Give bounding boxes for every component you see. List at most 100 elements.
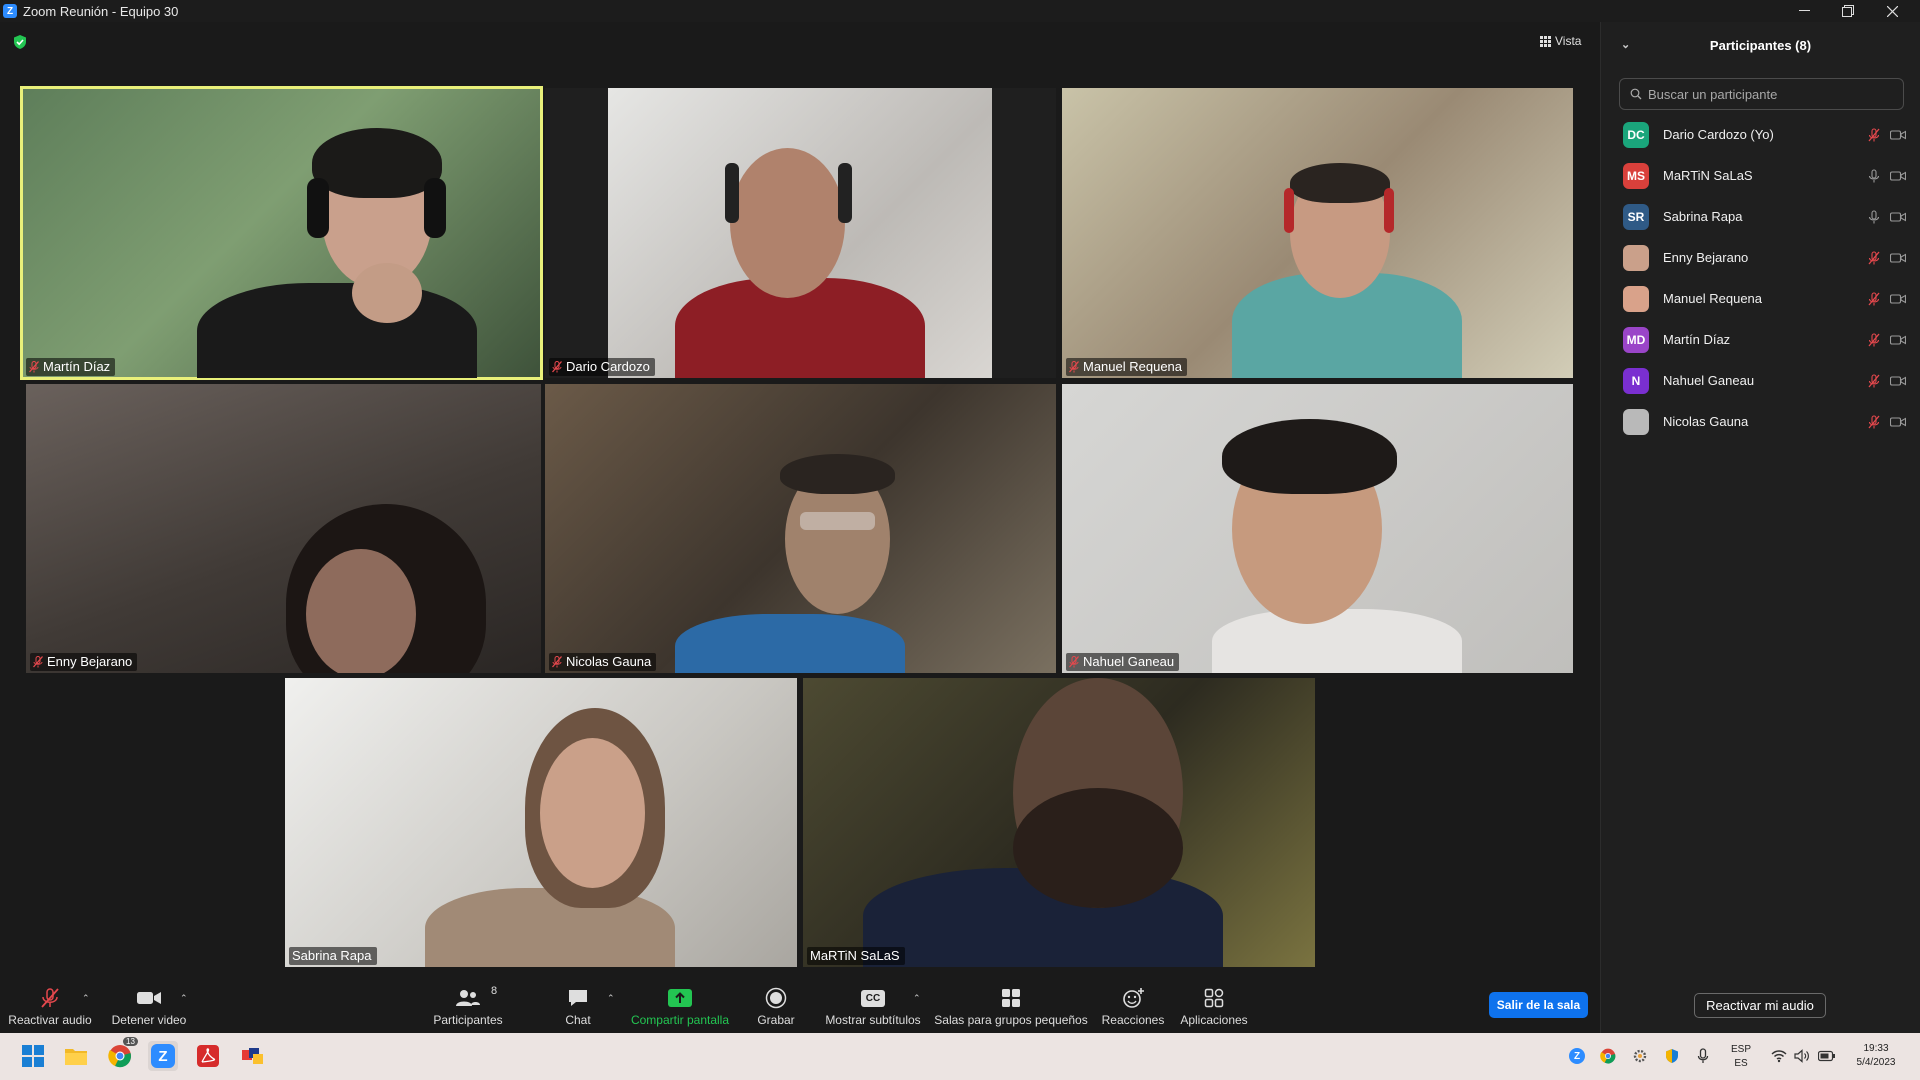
muted-mic-icon bbox=[33, 655, 43, 667]
participant-name: Enny Bejarano bbox=[1663, 250, 1749, 265]
zoom-tray-icon[interactable]: Z bbox=[1562, 1041, 1592, 1071]
participant-row[interactable]: N Nahuel Ganeau bbox=[1601, 360, 1920, 401]
captions-options-caret-icon[interactable]: ⌃ bbox=[913, 993, 921, 1004]
clock-date: 5/4/2023 bbox=[1856, 1057, 1896, 1068]
muted-mic-icon bbox=[1868, 291, 1880, 305]
tile-name: Enny Bejarano bbox=[47, 654, 133, 669]
windows-start-icon[interactable] bbox=[18, 1041, 48, 1071]
tile-name: Nicolas Gauna bbox=[566, 654, 652, 669]
search-icon bbox=[1630, 88, 1642, 100]
muted-mic-icon bbox=[1069, 360, 1079, 372]
battery-icon[interactable] bbox=[1812, 1041, 1842, 1071]
participant-row[interactable]: DC Dario Cardozo (Yo) bbox=[1601, 114, 1920, 155]
chat-options-caret-icon[interactable]: ⌃ bbox=[607, 993, 615, 1004]
video-tile[interactable]: Sabrina Rapa bbox=[285, 678, 797, 967]
video-tile[interactable]: Manuel Requena bbox=[1062, 88, 1573, 378]
panel-title: Participantes (8) bbox=[1709, 37, 1812, 53]
participant-row[interactable]: SR Sabrina Rapa bbox=[1601, 196, 1920, 237]
app-icon[interactable] bbox=[238, 1041, 268, 1071]
tile-name: MaRTiN SaLaS bbox=[810, 948, 900, 963]
view-button[interactable]: Vista bbox=[1540, 34, 1581, 48]
closed-captions-icon: CC bbox=[861, 989, 885, 1007]
participants-button[interactable]: 8 Participantes bbox=[428, 984, 508, 1033]
video-tile[interactable]: Nahuel Ganeau bbox=[1062, 384, 1573, 673]
participant-row[interactable]: Manuel Requena bbox=[1601, 278, 1920, 319]
tile-name: Sabrina Rapa bbox=[292, 948, 372, 963]
video-options-caret-icon[interactable]: ⌃ bbox=[180, 993, 188, 1004]
microphone-tray-icon[interactable] bbox=[1688, 1041, 1718, 1071]
muted-mic-icon bbox=[1868, 332, 1880, 346]
apps-button[interactable]: Aplicaciones bbox=[1178, 984, 1250, 1033]
tile-name: Nahuel Ganeau bbox=[1083, 654, 1175, 669]
captions-button[interactable]: CC Mostrar subtítulos bbox=[823, 984, 923, 1033]
apps-label: Aplicaciones bbox=[1180, 1013, 1248, 1027]
participant-status-icons bbox=[1868, 127, 1906, 142]
participant-row[interactable]: Nicolas Gauna bbox=[1601, 401, 1920, 442]
share-screen-button[interactable]: Compartir pantalla bbox=[630, 984, 730, 1033]
video-tile[interactable]: MaRTiN SaLaS bbox=[803, 678, 1315, 967]
collapse-chevron-icon[interactable]: ⌄ bbox=[1621, 38, 1630, 51]
video-tile[interactable]: Nicolas Gauna bbox=[545, 384, 1056, 673]
reactions-label: Reacciones bbox=[1101, 1013, 1165, 1027]
video-tile[interactable]: Enny Bejarano bbox=[26, 384, 541, 673]
panel-header: ⌄ Participantes (8) bbox=[1601, 22, 1920, 68]
muted-mic-icon bbox=[1868, 127, 1880, 141]
participant-status-icons bbox=[1868, 209, 1906, 224]
participant-search-input[interactable]: Buscar un participante bbox=[1619, 78, 1904, 110]
participant-avatar: MS bbox=[1623, 162, 1649, 189]
video-camera-icon bbox=[137, 992, 161, 1004]
chat-button[interactable]: Chat bbox=[556, 984, 600, 1033]
title-bar: Z Zoom Reunión - Equipo 30 bbox=[0, 0, 1920, 22]
share-screen-label: Compartir pantalla bbox=[630, 1013, 730, 1027]
participant-status-icons bbox=[1868, 414, 1906, 429]
participant-row[interactable]: MS MaRTiN SaLaS bbox=[1601, 155, 1920, 196]
participant-status-icons bbox=[1868, 332, 1906, 347]
record-icon bbox=[765, 987, 787, 1009]
participant-row[interactable]: MD Martín Díaz bbox=[1601, 319, 1920, 360]
settings-tray-icon[interactable] bbox=[1625, 1041, 1655, 1071]
reactions-icon bbox=[1123, 988, 1144, 1008]
restore-button[interactable] bbox=[1826, 0, 1870, 22]
language-indicator[interactable]: ESP ES bbox=[1726, 1043, 1756, 1071]
tile-name-label: Manuel Requena bbox=[1066, 358, 1188, 376]
participant-status-icons bbox=[1868, 373, 1906, 388]
muted-mic-icon bbox=[1868, 373, 1880, 387]
chrome-tray-icon[interactable] bbox=[1593, 1041, 1623, 1071]
chrome-icon[interactable]: 13 bbox=[105, 1037, 138, 1071]
security-tray-icon[interactable] bbox=[1657, 1041, 1687, 1071]
video-camera-icon bbox=[1890, 129, 1906, 140]
tile-name-label: Dario Cardozo bbox=[549, 358, 655, 376]
reactivate-audio-button[interactable]: Reactivar mi audio bbox=[1694, 993, 1826, 1018]
search-placeholder: Buscar un participante bbox=[1648, 86, 1778, 102]
stop-video-button[interactable]: Detener video bbox=[108, 984, 190, 1033]
zoom-taskbar-icon[interactable]: Z bbox=[148, 1041, 178, 1071]
reactions-button[interactable]: Reacciones bbox=[1100, 984, 1166, 1033]
video-tile[interactable]: Martín Díaz bbox=[20, 86, 543, 380]
encryption-shield-icon[interactable] bbox=[12, 34, 28, 50]
participant-avatar: MD bbox=[1623, 326, 1649, 353]
video-camera-icon bbox=[1890, 293, 1906, 304]
participant-name: Nahuel Ganeau bbox=[1663, 373, 1755, 388]
video-gallery: Vista Martín Díaz Dario Cardozo Manuel R… bbox=[0, 22, 1598, 984]
unmute-button[interactable]: Reactivar audio bbox=[8, 984, 92, 1033]
participant-status-icons bbox=[1868, 168, 1906, 183]
windows-taskbar: 13 Z Z ESP ES 19:33 5/4/2023 bbox=[0, 1033, 1920, 1080]
minimize-icon bbox=[1798, 10, 1810, 11]
leave-room-button[interactable]: Salir de la sala bbox=[1489, 992, 1588, 1018]
tile-name-label: Sabrina Rapa bbox=[289, 947, 377, 965]
participant-name: Nicolas Gauna bbox=[1663, 414, 1749, 429]
file-explorer-icon[interactable] bbox=[61, 1041, 91, 1071]
window-title: Zoom Reunión - Equipo 30 bbox=[23, 3, 179, 19]
minimize-button[interactable] bbox=[1782, 0, 1826, 22]
clock-time: 19:33 bbox=[1863, 1043, 1889, 1054]
audio-options-caret-icon[interactable]: ⌃ bbox=[82, 993, 90, 1004]
video-tile[interactable]: Dario Cardozo bbox=[545, 88, 1056, 378]
participant-row[interactable]: Enny Bejarano bbox=[1601, 237, 1920, 278]
record-label: Grabar bbox=[757, 1013, 795, 1027]
acrobat-icon[interactable] bbox=[193, 1041, 223, 1071]
meeting-toolbar: Reactivar audio ⌃ Detener video ⌃ 8 Part… bbox=[0, 984, 1598, 1033]
clock[interactable]: 19:33 5/4/2023 bbox=[1846, 1042, 1906, 1070]
record-button[interactable]: Grabar bbox=[754, 984, 798, 1033]
close-window-button[interactable] bbox=[1870, 0, 1914, 22]
breakout-rooms-button[interactable]: Salas para grupos pequeños bbox=[934, 984, 1088, 1033]
